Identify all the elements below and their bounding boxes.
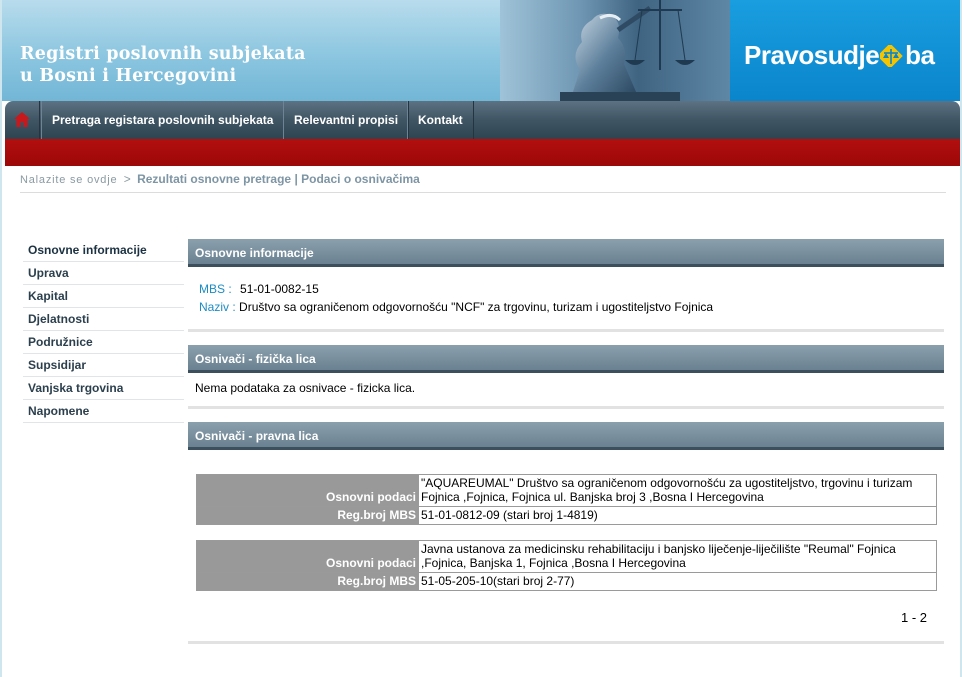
name-label: Naziv :	[199, 300, 236, 314]
legal-person-table-2: Osnovni podaci Javna ustanova za medicin…	[196, 540, 937, 591]
basic-data-line1: Javna ustanova za medicinsku rehabilitac…	[421, 542, 896, 556]
sidebar-item-subsidiary[interactable]: Supsidijar	[23, 354, 184, 377]
reg-number-value: 51-01-0812-09 (stari broj 1-4819)	[418, 506, 937, 525]
scales-logo-icon	[880, 45, 903, 67]
sidebar-item-management[interactable]: Uprava	[23, 262, 184, 285]
home-button[interactable]	[5, 101, 40, 139]
section-divider	[188, 641, 944, 644]
breadcrumb: Nalazite se ovdje > Rezultati osnovne pr…	[20, 172, 946, 193]
mbs-value: 51-01-0082-15	[240, 282, 319, 296]
section-heading-basic-info: Osnovne informacije	[188, 239, 944, 267]
page: Registri poslovnih subjekata u Bosni i H…	[0, 0, 962, 677]
section-heading-legal-persons: Osnivači - pravna lica	[188, 422, 944, 450]
sidebar-item-activities[interactable]: Djelatnosti	[23, 308, 184, 331]
nav-item-contact[interactable]: Kontakt	[407, 101, 474, 139]
home-icon	[14, 112, 30, 127]
basic-data-value: "AQUAREUMAL" Društvo sa ograničenom odgo…	[418, 474, 937, 507]
reg-number-label: Reg.broj MBS	[196, 572, 419, 591]
red-bar	[5, 139, 960, 166]
breadcrumb-current[interactable]: Rezultati osnovne pretrage | Podaci o os…	[137, 172, 420, 186]
main-content: Osnovne informacije MBS : 51-01-0082-15 …	[188, 239, 944, 644]
natural-persons-empty-text: Nema podataka za osnivace - fizicka lica…	[195, 381, 416, 395]
mbs-label: MBS :	[199, 282, 232, 296]
main-nav: Pretraga registara poslovnih subjekata R…	[5, 101, 960, 139]
table-row: Osnovni podaci "AQUAREUMAL" Društvo sa o…	[196, 474, 937, 507]
basic-data-line2: ,Fojnica, Banjska 1, Fojnica ,Bosna I He…	[421, 556, 686, 570]
sidebar-item-basic-info[interactable]: Osnovne informacije	[23, 239, 184, 262]
breadcrumb-prefix: Nalazite se ovdje	[20, 174, 118, 186]
reg-number-label: Reg.broj MBS	[196, 506, 419, 525]
lady-justice-image	[500, 0, 730, 101]
sidebar-item-branches[interactable]: Podružnice	[23, 331, 184, 354]
basic-info-block: MBS : 51-01-0082-15 Naziv : Društvo sa o…	[188, 267, 944, 329]
pagination-range: 1 - 2	[900, 610, 927, 625]
basic-data-label: Osnovni podaci	[196, 540, 419, 573]
site-title-line2: u Bosni i Hercegovini	[20, 66, 237, 86]
site-title: Registri poslovnih subjekata u Bosni i H…	[20, 43, 490, 87]
basic-data-line1: "AQUAREUMAL" Društvo sa ograničenom odgo…	[421, 476, 913, 490]
table-row: Reg.broj MBS 51-05-205-10(stari broj 2-7…	[196, 572, 937, 591]
logo-text-left: Pravosudje	[744, 40, 880, 70]
pravosudje-logo[interactable]: Pravosudje ba	[730, 0, 960, 101]
basic-data-label: Osnovni podaci	[196, 474, 419, 507]
sidebar-item-foreign-trade[interactable]: Vanjska trgovina	[23, 377, 184, 400]
table-row: Reg.broj MBS 51-01-0812-09 (stari broj 1…	[196, 506, 937, 525]
name-value: Društvo sa ograničenom odgovornošću "NCF…	[239, 300, 714, 314]
sidebar-item-notes[interactable]: Napomene	[23, 400, 184, 423]
site-title-line1: Registri poslovnih subjekata	[20, 44, 306, 64]
nav-item-search[interactable]: Pretraga registara poslovnih subjekata	[41, 101, 285, 139]
logo-text-right: ba	[905, 40, 935, 70]
breadcrumb-separator: >	[123, 172, 131, 186]
section-heading-natural-persons: Osnivači - fizička lica	[188, 345, 944, 373]
legal-person-table-1: Osnovni podaci "AQUAREUMAL" Društvo sa o…	[196, 474, 937, 525]
basic-data-line2: Fojnica ,Fojnica, Fojnica ul. Banjska br…	[421, 490, 764, 504]
reg-number-value: 51-05-205-10(stari broj 2-77)	[418, 572, 937, 591]
table-row: Osnovni podaci Javna ustanova za medicin…	[196, 540, 937, 573]
sidebar-item-capital[interactable]: Kapital	[23, 285, 184, 308]
sidebar: Osnovne informacije Uprava Kapital Djela…	[23, 239, 184, 423]
site-header: Registri poslovnih subjekata u Bosni i H…	[2, 0, 960, 101]
nav-item-regulations[interactable]: Relevantni propisi	[283, 101, 410, 139]
basic-data-value: Javna ustanova za medicinsku rehabilitac…	[418, 540, 937, 573]
